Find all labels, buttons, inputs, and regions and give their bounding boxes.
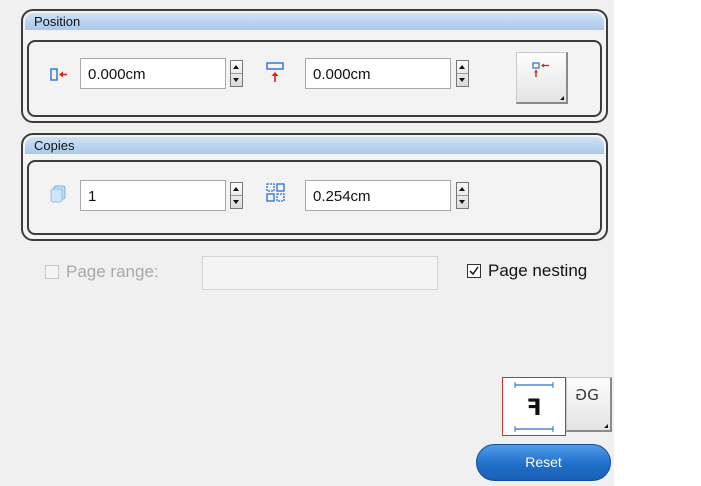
mirror-dropdown-indicator [604, 424, 608, 428]
copies-spacing-increment[interactable] [457, 183, 468, 196]
page-range-checkbox[interactable] [45, 265, 59, 279]
x-offset-increment[interactable] [231, 61, 242, 74]
x-offset-input[interactable] [88, 64, 208, 84]
svg-text:G: G [587, 386, 599, 404]
arrow-left-offset-icon [50, 66, 70, 84]
y-offset-field[interactable] [305, 58, 451, 89]
position-group-title: Position [25, 13, 604, 30]
page-nesting-checkbox[interactable] [467, 264, 481, 278]
y-offset-decrement[interactable] [457, 74, 468, 86]
reset-button[interactable]: Reset [476, 444, 611, 481]
copies-spacing-input[interactable] [313, 186, 433, 206]
checkmark-icon [469, 266, 479, 276]
x-offset-stepper[interactable] [230, 60, 243, 87]
mirror-icon: G G [573, 382, 603, 406]
copies-count-stepper[interactable] [230, 182, 243, 209]
y-offset-increment[interactable] [457, 61, 468, 74]
position-options-dropdown-indicator [560, 96, 564, 100]
y-offset-stepper[interactable] [456, 60, 469, 87]
svg-text:F: F [526, 396, 541, 421]
x-offset-decrement[interactable] [231, 74, 242, 86]
copies-count-decrement[interactable] [231, 196, 242, 208]
position-options-icon [531, 61, 553, 81]
copies-group-title: Copies [25, 137, 604, 154]
page-range-field[interactable] [202, 256, 438, 290]
text-orientation-icon: F [503, 378, 565, 435]
svg-text:G: G [575, 386, 587, 404]
copies-spacing-decrement[interactable] [457, 196, 468, 208]
copies-count-increment[interactable] [231, 183, 242, 196]
copies-count-input[interactable] [88, 186, 208, 206]
y-offset-input[interactable] [313, 64, 433, 84]
page-nesting-label: Page nesting [488, 261, 588, 280]
position-options-button[interactable] [516, 52, 568, 104]
copies-spacing-stepper[interactable] [456, 182, 469, 209]
arrow-up-offset-icon [265, 62, 287, 84]
right-panel [614, 0, 701, 486]
copies-count-icon [48, 183, 70, 205]
copies-spacing-icon [264, 181, 288, 205]
copies-spacing-field[interactable] [305, 180, 451, 211]
copies-count-field[interactable] [80, 180, 226, 211]
text-orientation-button[interactable]: F [502, 377, 566, 436]
page-range-label: Page range: [66, 262, 159, 281]
mirror-button[interactable]: G G [566, 377, 612, 432]
x-offset-field[interactable] [80, 58, 226, 89]
